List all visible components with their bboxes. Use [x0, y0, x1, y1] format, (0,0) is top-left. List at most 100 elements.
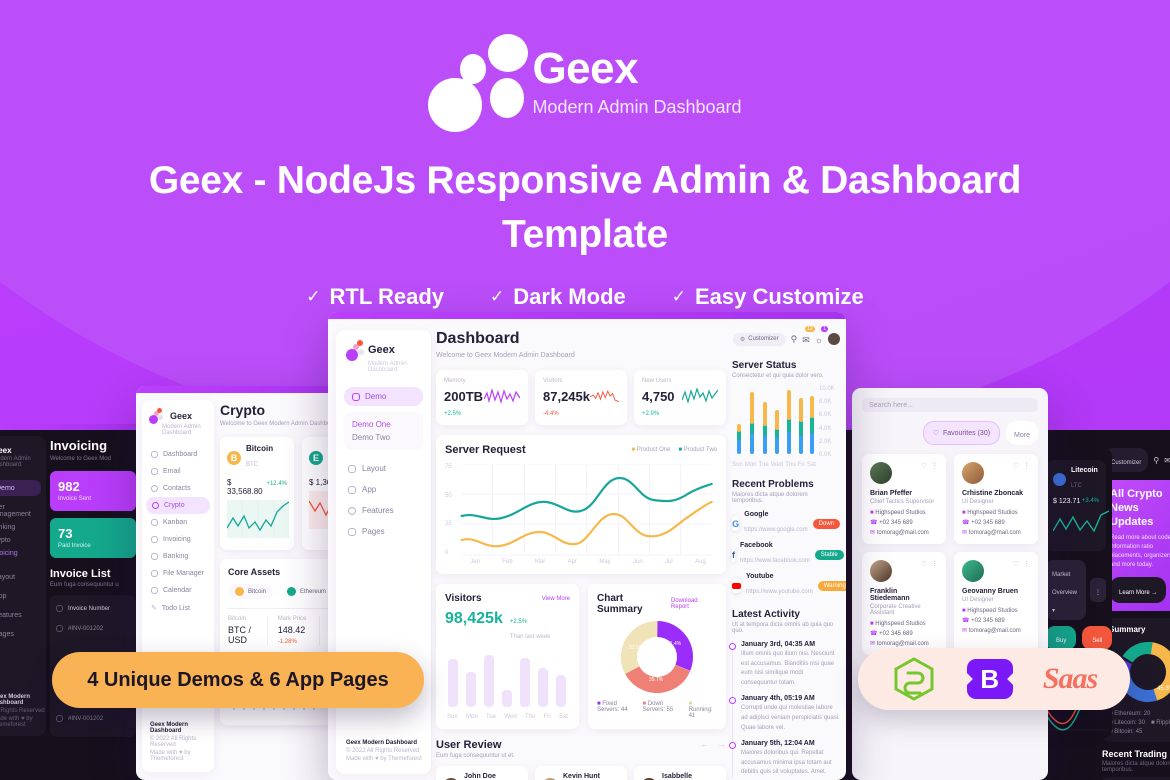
kpi-value: 4,750 [642, 388, 675, 404]
contact-card[interactable]: ♡ ⋮ Brian Pfeffer Chief Tactics Superviso… [862, 454, 946, 544]
invoicing-nav-demo[interactable]: Demo [0, 480, 41, 496]
litecoin-sparkline [1052, 510, 1110, 533]
customizer-button[interactable]: ⚙ Customizer [732, 332, 786, 346]
invoicing-nav-item[interactable]: Crypto [0, 534, 46, 547]
feature-label: RTL Ready [329, 283, 445, 309]
more-options-icon[interactable]: ⋮ [931, 560, 938, 568]
more-options-icon[interactable]: ⋮ [931, 462, 938, 470]
crypto-nav-item[interactable]: Calendar [142, 582, 214, 599]
invoicing-stat-card: 982 Invoice Sent [50, 471, 136, 511]
contacts-grid: ♡ ⋮ Brian Pfeffer Chief Tactics Superviso… [852, 445, 1048, 664]
legend-item: ■ Ethereum: 20 [1109, 711, 1151, 718]
server-request-chart [460, 464, 713, 556]
problem-row[interactable]: f Facebook https://www.facebook.com Stabl… [732, 542, 844, 567]
crypto-nav-item-active[interactable]: Crypto [146, 497, 210, 514]
sidebar-item-demo[interactable]: Demo [344, 387, 423, 406]
bell-icon[interactable]: ☼ 1 [815, 326, 828, 348]
avatar-icon[interactable] [828, 333, 840, 345]
crypto-nav-item[interactable]: Banking [142, 548, 214, 565]
briefcase-icon: ■ [870, 510, 874, 516]
invoicing-nav-item[interactable]: Banking [0, 521, 46, 534]
more-options-icon[interactable]: ⋮ [1023, 560, 1030, 568]
contact-card[interactable]: ♡ ⋮ Crhistine Zboncak UI Designer ■ Highs… [954, 454, 1038, 544]
checkbox-icon[interactable] [56, 605, 63, 612]
crypto-nav-item[interactable]: Email [142, 463, 214, 480]
view-more-link[interactable]: View More [542, 596, 570, 602]
heart-icon[interactable]: ♡ [1013, 462, 1019, 470]
checkbox-icon[interactable] [56, 625, 63, 632]
review-card: John Doe4 days ago Ab architecto provide… [436, 766, 528, 780]
kpi-card-new-users: New Users 4,750 +2.9% [634, 370, 726, 425]
mail-icon: ✉ [962, 530, 968, 536]
submenu-item[interactable]: Demo Two [352, 431, 415, 444]
learn-more-button[interactable]: Learn More → [1110, 577, 1167, 604]
main-dashboard-panel: Geex Modern Admin Dashboard Demo Demo On… [328, 312, 846, 780]
tab-ethereum[interactable]: Ethereum [280, 584, 333, 599]
sidebar-item-layout[interactable]: Layout [336, 458, 431, 479]
contact-card[interactable]: ♡ ⋮ Franklin Stiedemann Corporate Creativ… [862, 552, 946, 655]
tab-bitcoin[interactable]: Bitcoin [228, 584, 274, 599]
hero-header: Geex Modern Admin Dashboard Geex - NodeJ… [0, 0, 1170, 310]
chat-icon[interactable]: ✉ [1164, 456, 1170, 465]
summary-title: Summary [1109, 625, 1146, 635]
more-button[interactable]: More [1006, 421, 1038, 445]
home-icon [352, 392, 360, 401]
sidebar-item-pages[interactable]: Pages [336, 521, 431, 542]
crypto-nav-item[interactable]: Invoicing [142, 531, 214, 548]
sell-button[interactable]: Sell [1082, 626, 1112, 650]
invoicing-section[interactable]: App [0, 587, 46, 606]
saas-script-icon: Saas [1042, 662, 1098, 695]
invoicing-topbar [0, 424, 140, 430]
problem-row[interactable]: Youtube https://www.youtube.com Warning [732, 573, 846, 598]
user-review-section: User Review Eum fuga consequuntur ut et.… [436, 739, 726, 780]
status-badge: Down [812, 518, 840, 529]
heart-icon[interactable]: ♡ [921, 462, 927, 470]
invoicing-nav-item-active[interactable]: Invoicing [0, 547, 46, 560]
crypto-nav-item[interactable]: Dashboard [142, 446, 214, 463]
feature-rtl-ready: ✓ RTL Ready [306, 284, 444, 310]
checkbox-icon[interactable] [56, 715, 63, 722]
contact-card[interactable]: ♡ ⋮ Geovanny Bruen UI Designer ■ Highspee… [954, 552, 1038, 655]
crypto-nav-item[interactable]: Kanban [142, 514, 214, 531]
heart-icon[interactable]: ♡ [921, 560, 927, 568]
carousel-prev-icon[interactable]: ← [700, 739, 709, 749]
submenu-item[interactable]: Demo One [352, 418, 415, 431]
invoicing-section[interactable]: Pages [0, 625, 46, 644]
new-users-sparkline [682, 387, 718, 405]
heart-icon[interactable]: ♡ [1013, 560, 1019, 568]
carousel-next-icon[interactable]: → [717, 739, 726, 749]
market-overview-dropdown[interactable]: Market Overview ▾ [1046, 560, 1086, 620]
brand-tagline: Modern Admin Dashboard [532, 96, 742, 117]
crypto-nav-item[interactable]: ✎ Todo List [142, 599, 214, 617]
problem-row[interactable]: G Google https://www.google.com Down [732, 511, 840, 536]
invoice-table-row[interactable]: #INV-001202 [56, 616, 130, 641]
invoicing-nav-item[interactable]: User Management [0, 501, 46, 521]
sidebar-item-features[interactable]: Features [336, 500, 431, 521]
invoicing-sections: Layout App Features Pages [0, 568, 46, 644]
search-icon[interactable]: ⚲ [791, 334, 798, 345]
search-input[interactable]: Search here... [862, 398, 1038, 412]
kpi-row: Memory 200TB +2.5% Visitors 87,245k -4.4… [436, 370, 726, 425]
folder-icon [151, 570, 158, 577]
nodejs-hexagon-icon [894, 657, 934, 701]
buy-button[interactable]: Buy [1046, 626, 1077, 650]
litecoin-card: Litecoin LTC $ 123.71 +3.4% [1046, 460, 1110, 551]
server-request-title: Server Request [445, 444, 526, 456]
favourites-button[interactable]: ♡ Favourites (30) [922, 421, 1001, 445]
chart-summary-title: Chart Summary [597, 593, 643, 615]
dashboard-right-rail: ⚙ Customizer ⚲ ✉ 12 ☼ 1 Server Status Co… [729, 326, 846, 780]
invoicing-section[interactable]: Layout [0, 568, 46, 587]
chat-icon[interactable]: ✉ 12 [802, 326, 815, 348]
crypto-nav-item[interactable]: File Manager [142, 565, 214, 582]
crypto-nav: Dashboard Email Contacts Crypto Kanban I… [142, 446, 214, 617]
more-options-icon[interactable]: ⋮ [1090, 578, 1106, 602]
recent-problems-title: Recent Problems [732, 479, 814, 490]
search-icon[interactable]: ⚲ [1153, 456, 1159, 465]
invoicing-section[interactable]: Features [0, 606, 46, 625]
invoice-table-row[interactable]: #INV-001202 [56, 706, 130, 731]
more-options-icon[interactable]: ⋮ [1023, 462, 1030, 470]
crypto-nav-item[interactable]: Contacts [142, 480, 214, 497]
server-request-card: Server Request ■ Product One ■ Product T… [436, 435, 726, 574]
sidebar-item-app[interactable]: App [336, 479, 431, 500]
download-report-link[interactable]: Download Report [671, 598, 717, 610]
